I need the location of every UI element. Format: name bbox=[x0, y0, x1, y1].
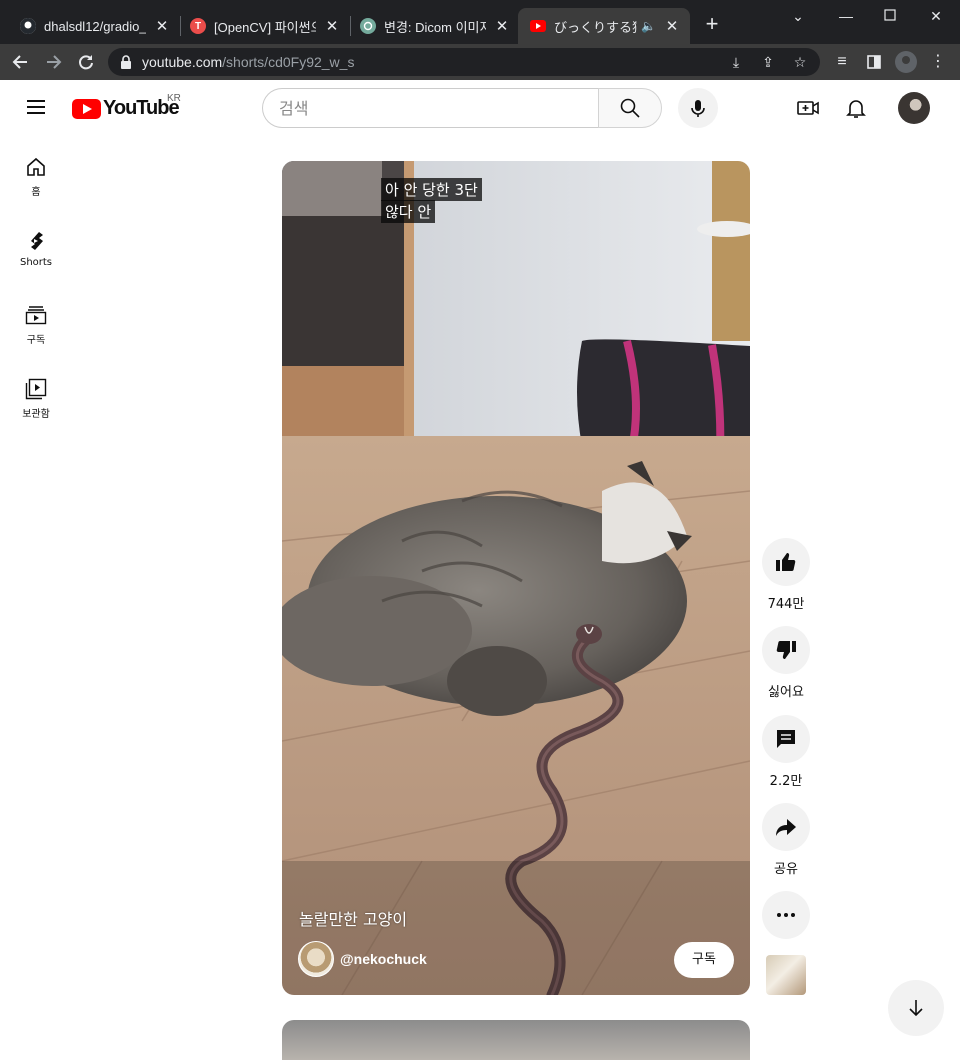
github-icon bbox=[20, 18, 36, 34]
more-actions[interactable] bbox=[762, 891, 810, 939]
share-label: 공유 bbox=[774, 862, 798, 877]
new-tab-button[interactable]: + bbox=[700, 12, 724, 36]
more-horizontal-icon bbox=[777, 913, 795, 917]
voice-search-button[interactable] bbox=[678, 88, 718, 128]
comments-button[interactable] bbox=[762, 715, 810, 763]
bookmark-star-icon[interactable]: ☆ bbox=[790, 52, 810, 72]
chatgpt-icon bbox=[360, 18, 376, 34]
library-icon bbox=[25, 378, 47, 400]
youtube-icon bbox=[530, 18, 546, 34]
notifications-bell-icon[interactable] bbox=[844, 96, 868, 120]
next-video-button[interactable] bbox=[888, 980, 944, 1036]
account-avatar[interactable] bbox=[898, 92, 930, 124]
minimize-button[interactable]: — bbox=[834, 4, 858, 28]
video-frame bbox=[282, 161, 750, 995]
search-icon bbox=[620, 98, 640, 118]
subscribe-button[interactable]: 구독 bbox=[674, 942, 734, 978]
search-button[interactable] bbox=[598, 88, 662, 128]
browser-toolbar: youtube.com/shorts/cd0Fy92_w_s ⤓ ⇪ ☆ ≡ ⋮ bbox=[0, 44, 960, 80]
browser-tab-strip: dhalsdl12/gradio_d ✕ T [OpenCV] 파이썬으 ✕ 변… bbox=[0, 0, 960, 44]
home-icon bbox=[27, 157, 45, 176]
channel-name[interactable]: @nekochuck bbox=[340, 951, 427, 967]
share-page-icon[interactable]: ⇪ bbox=[758, 52, 778, 72]
dislike-button[interactable] bbox=[762, 626, 810, 674]
guide-item-home[interactable]: 홈 bbox=[0, 136, 72, 210]
arrow-down-icon bbox=[909, 1000, 923, 1017]
channel-avatar[interactable] bbox=[298, 941, 334, 977]
thumbs-up-icon bbox=[776, 553, 796, 571]
guide-item-shorts[interactable]: Shorts bbox=[0, 210, 72, 284]
maximize-button[interactable] bbox=[878, 4, 902, 28]
media-controls-icon[interactable]: ≡ bbox=[830, 50, 854, 74]
like-count: 744만 bbox=[767, 597, 805, 612]
audio-playing-icon[interactable]: 🔈 bbox=[641, 19, 656, 33]
create-video-icon[interactable] bbox=[796, 96, 820, 120]
guide-item-subscriptions[interactable]: 구독 bbox=[0, 284, 72, 358]
microphone-icon bbox=[691, 100, 705, 117]
tab-opencv[interactable]: T [OpenCV] 파이썬으 ✕ bbox=[178, 8, 350, 44]
youtube-logo[interactable]: YouTube KR bbox=[72, 93, 181, 120]
sound-source-thumbnail[interactable] bbox=[766, 955, 806, 995]
comments-action[interactable]: 2.2만 bbox=[762, 715, 810, 789]
install-app-icon[interactable]: ⤓ bbox=[726, 52, 746, 72]
subtitle-line-1: 아 안 당한 3단 bbox=[381, 178, 482, 201]
forward-button[interactable] bbox=[42, 50, 66, 74]
subtitle-line-2: 않다 안 bbox=[381, 200, 436, 223]
address-bar[interactable]: youtube.com/shorts/cd0Fy92_w_s ⤓ ⇪ ☆ bbox=[108, 48, 820, 76]
share-action[interactable]: 공유 bbox=[762, 803, 810, 877]
tab-dicom[interactable]: 변경: Dicom 이미지 ✕ bbox=[348, 8, 520, 44]
lock-icon bbox=[121, 55, 131, 69]
tistory-icon: T bbox=[190, 18, 206, 34]
reload-button[interactable] bbox=[74, 50, 98, 74]
thumbs-down-icon bbox=[776, 641, 796, 659]
back-button[interactable] bbox=[8, 50, 32, 74]
subscriptions-icon bbox=[25, 306, 47, 325]
profile-avatar-icon[interactable] bbox=[894, 50, 918, 74]
youtube-masthead: YouTube KR bbox=[0, 80, 960, 136]
menu-icon[interactable] bbox=[24, 96, 48, 120]
next-short-preview[interactable] bbox=[282, 1020, 750, 1060]
share-arrow-icon bbox=[776, 819, 796, 836]
guide-item-library[interactable]: 보관함 bbox=[0, 358, 72, 432]
search-input[interactable] bbox=[263, 89, 599, 127]
video-title[interactable]: 놀랄만한 고양이 bbox=[299, 906, 407, 930]
close-tab-icon[interactable]: ✕ bbox=[324, 17, 340, 35]
like-action[interactable]: 744만 bbox=[762, 538, 810, 612]
side-panel-icon[interactable] bbox=[862, 50, 886, 74]
close-window-button[interactable]: ✕ bbox=[924, 4, 948, 28]
tab-search-icon[interactable]: ⌄ bbox=[786, 4, 810, 28]
youtube-play-icon bbox=[72, 98, 101, 119]
tab-github[interactable]: dhalsdl12/gradio_d ✕ bbox=[8, 8, 180, 44]
comment-icon bbox=[777, 730, 795, 748]
more-options-button[interactable] bbox=[762, 891, 810, 939]
close-tab-icon[interactable]: ✕ bbox=[494, 17, 510, 35]
close-tab-icon[interactable]: ✕ bbox=[664, 17, 680, 35]
shorts-icon bbox=[31, 232, 43, 250]
like-button[interactable] bbox=[762, 538, 810, 586]
tab-youtube-active[interactable]: びっくりする猫 🔈 ✕ bbox=[518, 8, 690, 44]
dislike-action[interactable]: 싫어요 bbox=[762, 626, 810, 700]
url-text: youtube.com/shorts/cd0Fy92_w_s bbox=[142, 54, 355, 70]
comment-count: 2.2만 bbox=[769, 774, 803, 789]
search-field[interactable] bbox=[262, 88, 599, 128]
chrome-menu-icon[interactable]: ⋮ bbox=[926, 50, 950, 74]
dislike-label: 싫어요 bbox=[768, 685, 804, 700]
share-button[interactable] bbox=[762, 803, 810, 851]
shorts-video-player[interactable]: 아 안 당한 3단 않다 안 놀랄만한 고양이 @nekochuck 구독 bbox=[282, 161, 750, 995]
close-tab-icon[interactable]: ✕ bbox=[154, 17, 170, 35]
